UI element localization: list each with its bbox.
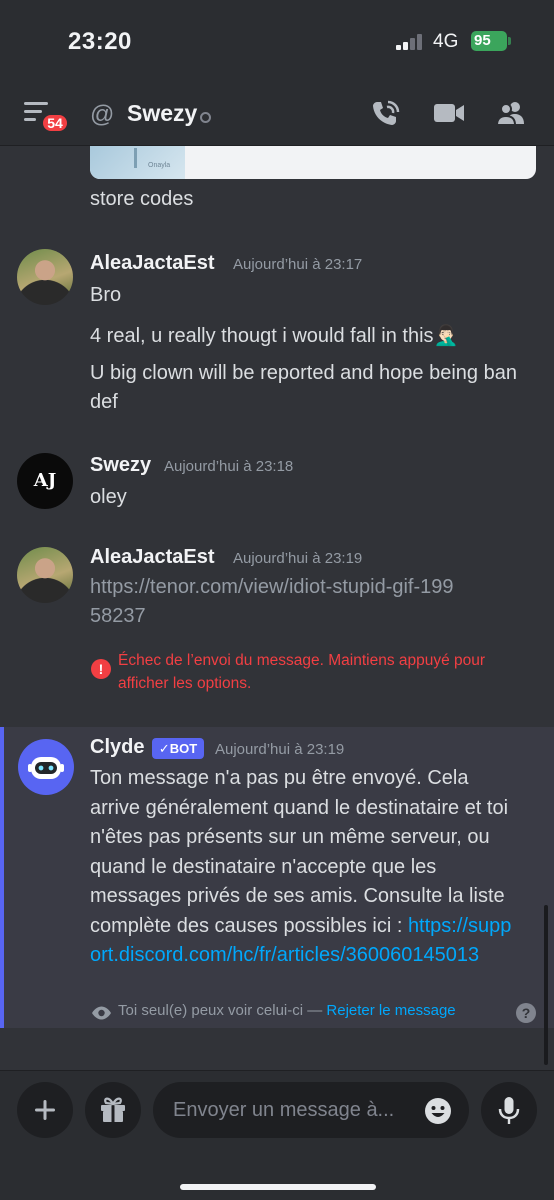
bot-tag: ✓BOT <box>152 738 204 759</box>
attachment-caption: Onayla <box>148 162 171 169</box>
clyde-message-body: Ton message n'a pas pu être envoyé. Cela… <box>90 767 509 937</box>
bot-tag-label: BOT <box>169 741 198 756</box>
message-text: oley <box>90 486 127 508</box>
channel-name[interactable]: Swezy <box>127 100 197 127</box>
plus-icon <box>35 1100 55 1120</box>
microphone-icon <box>498 1097 520 1124</box>
message-text: store codes <box>90 188 194 210</box>
scrollbar[interactable] <box>544 905 548 1065</box>
status-time: 23:20 <box>68 28 132 55</box>
network-type: 4G <box>433 31 459 52</box>
video-call-icon[interactable] <box>432 98 466 128</box>
only-you-text: Toi seul(e) peux voir celui-ci — <box>118 1002 327 1019</box>
message-timestamp: Aujourd’hui à 23:18 <box>164 458 294 475</box>
clyde-bot-icon <box>28 757 64 779</box>
message-timestamp: Aujourd’hui à 23:19 <box>233 550 363 567</box>
avatar[interactable] <box>17 547 73 603</box>
error-icon: ! <box>91 659 111 679</box>
attach-button[interactable] <box>17 1082 73 1138</box>
help-icon[interactable]: ? <box>516 1003 536 1023</box>
message-timestamp: Aujourd’hui à 23:17 <box>233 256 363 273</box>
message-timestamp: Aujourd’hui à 23:19 <box>215 741 345 758</box>
message-author[interactable]: Swezy <box>90 454 151 477</box>
message-text: Bro <box>90 284 122 306</box>
message-text: 4 real, u really thougt i would fall in … <box>90 325 459 347</box>
send-error-text: Échec de l’envoi du message. Maintiens a… <box>118 652 486 692</box>
unread-badge: 54 <box>40 112 70 134</box>
members-icon[interactable] <box>494 98 528 128</box>
battery-level: 95 <box>474 32 491 49</box>
failed-message-link[interactable]: https://tenor.com/view/idiot-stupid-gif-… <box>90 573 460 631</box>
home-indicator[interactable] <box>180 1184 376 1190</box>
status-bar: 23:20 4G 95 <box>0 0 554 80</box>
battery-tip <box>508 37 511 45</box>
message-input[interactable] <box>153 1082 469 1138</box>
message-author[interactable]: AleaJactaEst <box>90 252 215 275</box>
gift-icon <box>101 1097 125 1122</box>
clyde-avatar[interactable] <box>18 739 74 795</box>
message-text: U big clown will be reported and hope be… <box>90 362 517 413</box>
gift-button[interactable] <box>85 1082 141 1138</box>
channel-header: 54 @ Swezy <box>0 80 554 146</box>
dismiss-message-link[interactable]: Rejeter le message <box>326 1002 455 1019</box>
battery-indicator: 95 <box>471 31 507 51</box>
offline-status-icon <box>200 112 211 123</box>
avatar[interactable] <box>17 249 73 305</box>
signal-strength-icon <box>396 34 422 50</box>
phone-call-icon[interactable] <box>368 98 402 128</box>
ephemeral-note: Toi seul(e) peux voir celui-ci — Rejeter… <box>118 1002 456 1019</box>
avatar[interactable]: AJ <box>17 453 73 509</box>
clyde-message-text: Ton message n'a pas pu être envoyé. Cela… <box>90 764 520 971</box>
message-author[interactable]: AleaJactaEst <box>90 546 215 569</box>
attachment-embed[interactable]: Onayla <box>90 146 536 179</box>
at-icon: @ <box>90 101 115 128</box>
voice-message-button[interactable] <box>481 1082 537 1138</box>
attachment-thumbnail: Onayla <box>90 146 185 179</box>
eye-icon <box>92 1006 111 1020</box>
emoji-icon[interactable] <box>424 1097 452 1125</box>
message-author[interactable]: Clyde <box>90 736 144 759</box>
